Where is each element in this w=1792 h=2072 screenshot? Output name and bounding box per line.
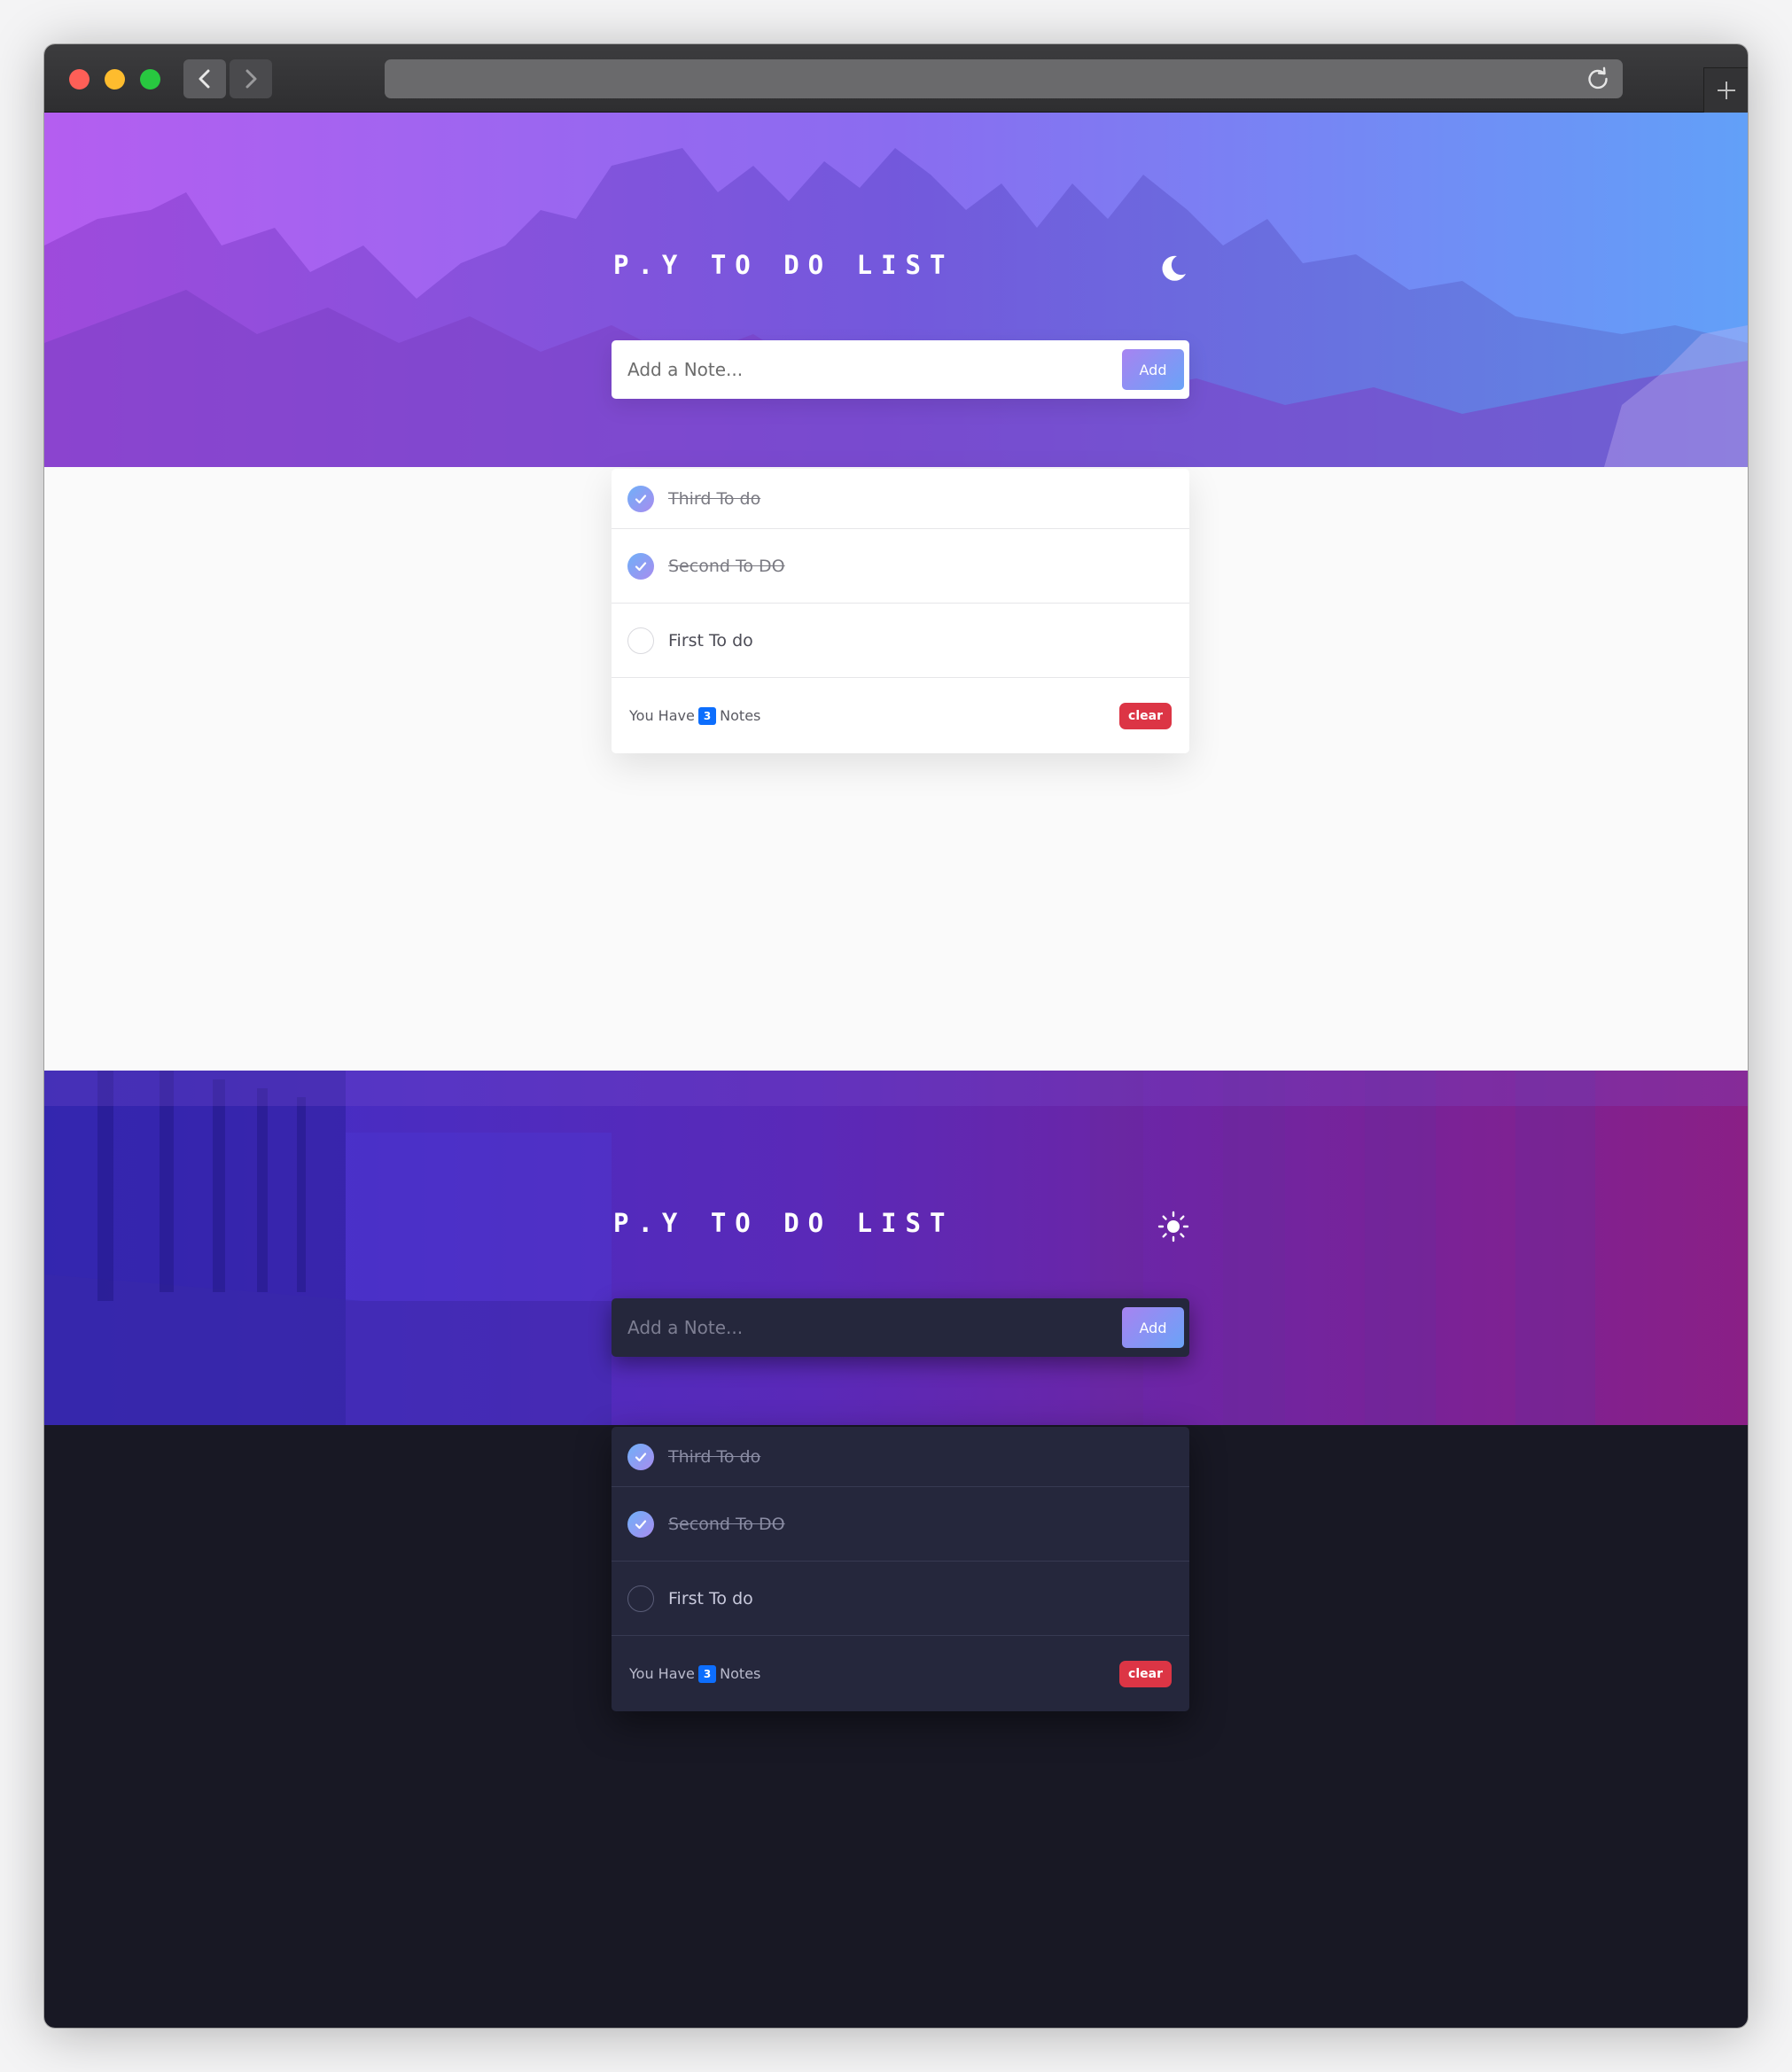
reload-icon[interactable] — [1586, 66, 1610, 91]
chevron-left-icon — [199, 69, 210, 89]
clear-button[interactable]: clear — [1119, 1660, 1172, 1687]
todo-checkbox[interactable] — [627, 1585, 654, 1612]
list-footer: You Have 3 Notes clear — [612, 678, 1189, 753]
moon-icon[interactable] — [1157, 253, 1189, 284]
corridor-hero-banner — [44, 1071, 1748, 1425]
back-button[interactable] — [183, 59, 226, 98]
todo-item: Third To do — [612, 469, 1189, 529]
todo-item: First To do — [612, 1562, 1189, 1636]
checkmark-icon — [635, 1452, 647, 1461]
todo-checkbox[interactable] — [627, 485, 654, 512]
notes-count-prefix: You Have — [629, 707, 695, 724]
todo-checkbox[interactable] — [627, 1443, 654, 1470]
header: P.Y TO DO LIST — [612, 250, 1189, 285]
todo-list: Third To do Second To DO First To do You… — [612, 469, 1189, 753]
todo-checkbox[interactable] — [627, 1510, 654, 1538]
close-window-button[interactable] — [69, 69, 90, 90]
todo-checkbox[interactable] — [627, 552, 654, 580]
todo-text[interactable]: Second To DO — [668, 1515, 785, 1534]
app-title: P.Y TO DO LIST — [613, 250, 954, 280]
clear-button[interactable]: clear — [1119, 702, 1172, 729]
todo-item: Third To do — [612, 1427, 1189, 1487]
checkmark-icon — [635, 494, 647, 503]
dark-theme-view: P.Y TO DO LIST Add a Note... Add Third T… — [44, 1071, 1748, 2028]
app-title: P.Y TO DO LIST — [613, 1208, 954, 1238]
browser-toolbar — [44, 44, 1748, 113]
plus-icon — [1717, 82, 1735, 99]
header: P.Y TO DO LIST — [612, 1208, 1189, 1243]
browser-window: P.Y TO DO LIST Add Third To do — [44, 44, 1748, 2028]
checkmark-icon — [635, 561, 647, 571]
todo-text[interactable]: First To do — [668, 631, 753, 650]
todo-text[interactable]: Third To do — [668, 489, 760, 509]
todo-item: First To do — [612, 604, 1189, 678]
notes-count-suffix: Notes — [720, 707, 761, 724]
todo-item: Second To DO — [612, 529, 1189, 604]
new-tab-button[interactable] — [1703, 67, 1748, 113]
chevron-right-icon — [245, 69, 257, 89]
notes-count-prefix: You Have — [629, 1665, 695, 1682]
sun-icon[interactable] — [1157, 1211, 1189, 1242]
todo-text[interactable]: Second To DO — [668, 557, 785, 576]
add-button[interactable]: Add — [1122, 349, 1184, 390]
notes-count-badge: 3 — [697, 1664, 717, 1683]
list-footer: You Have 3 Notes clear — [612, 1636, 1189, 1711]
checkmark-icon — [635, 1519, 647, 1529]
add-button[interactable]: Add — [1122, 1307, 1184, 1348]
add-note-form: Add — [612, 1298, 1189, 1357]
notes-count-suffix: Notes — [720, 1665, 761, 1682]
note-input[interactable] — [612, 1298, 1122, 1357]
todo-item: Second To DO — [612, 1487, 1189, 1562]
mountain-hero-banner — [44, 113, 1748, 467]
minimize-window-button[interactable] — [105, 69, 125, 90]
light-theme-view: P.Y TO DO LIST Add Third To do — [44, 113, 1748, 1070]
todo-checkbox[interactable] — [627, 627, 654, 654]
todo-text[interactable]: Third To do — [668, 1447, 760, 1467]
todo-text[interactable]: First To do — [668, 1589, 753, 1609]
address-bar[interactable] — [385, 59, 1623, 98]
maximize-window-button[interactable] — [140, 69, 160, 90]
todo-list: Third To do Second To DO First To do You… — [612, 1427, 1189, 1711]
add-note-form: Add — [612, 340, 1189, 399]
notes-count-badge: 3 — [697, 706, 717, 725]
note-input[interactable] — [612, 340, 1122, 399]
forward-button[interactable] — [230, 59, 272, 98]
